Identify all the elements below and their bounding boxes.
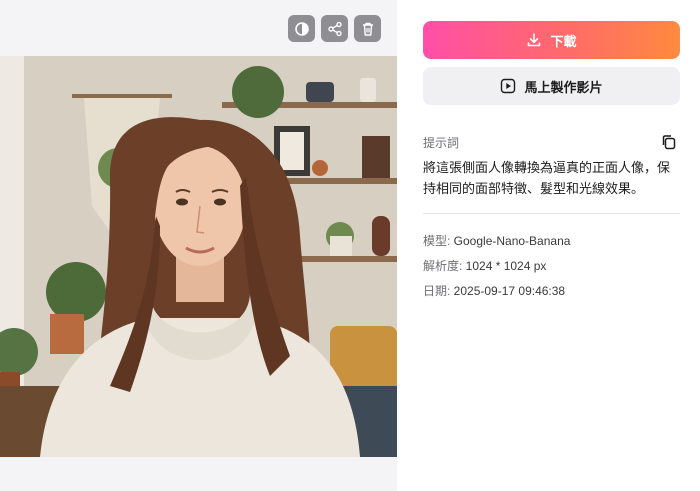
generated-portrait-image	[0, 56, 397, 457]
image-preview-pane	[0, 0, 397, 491]
download-button[interactable]: 下載	[423, 21, 680, 59]
make-video-button[interactable]: 馬上製作影片	[423, 67, 680, 105]
video-play-icon	[501, 78, 516, 94]
date-label: 日期:	[423, 284, 454, 298]
compare-icon	[294, 21, 309, 36]
resolution-label: 解析度:	[423, 259, 466, 273]
make-video-label: 馬上製作影片	[524, 79, 603, 95]
copy-prompt-button[interactable]	[660, 133, 678, 151]
share-button[interactable]	[321, 15, 348, 42]
prompt-label: 提示詞	[423, 136, 460, 150]
image-detail-view: 下載 馬上製作影片 提示詞 將這張側面人像轉換為逼真的正面人像，保持相同的面部特…	[0, 0, 700, 491]
divider	[423, 213, 680, 214]
date-info: 日期: 2025-09-17 09:46:38	[423, 282, 565, 299]
share-icon	[327, 21, 342, 36]
compare-button[interactable]	[288, 15, 315, 42]
resolution-value: 1024 * 1024 px	[465, 259, 547, 273]
model-label: 模型:	[423, 234, 454, 248]
download-label: 下載	[550, 33, 577, 49]
trash-icon	[362, 22, 373, 36]
prompt-text: 將這張側面人像轉換為逼真的正面人像，保持相同的面部特徵、髮型和光線效果。	[423, 160, 671, 196]
copy-icon	[662, 135, 676, 150]
model-info: 模型: Google-Nano-Banana	[423, 232, 570, 249]
model-value: Google-Nano-Banana	[453, 234, 571, 248]
resolution-info: 解析度: 1024 * 1024 px	[423, 257, 546, 274]
download-icon	[528, 33, 541, 47]
delete-button[interactable]	[354, 15, 381, 42]
date-value: 2025-09-17 09:46:38	[453, 284, 566, 298]
image-info-panel: 下載 馬上製作影片 提示詞 將這張側面人像轉換為逼真的正面人像，保持相同的面部特…	[397, 0, 700, 491]
image-toolbar	[288, 15, 381, 42]
